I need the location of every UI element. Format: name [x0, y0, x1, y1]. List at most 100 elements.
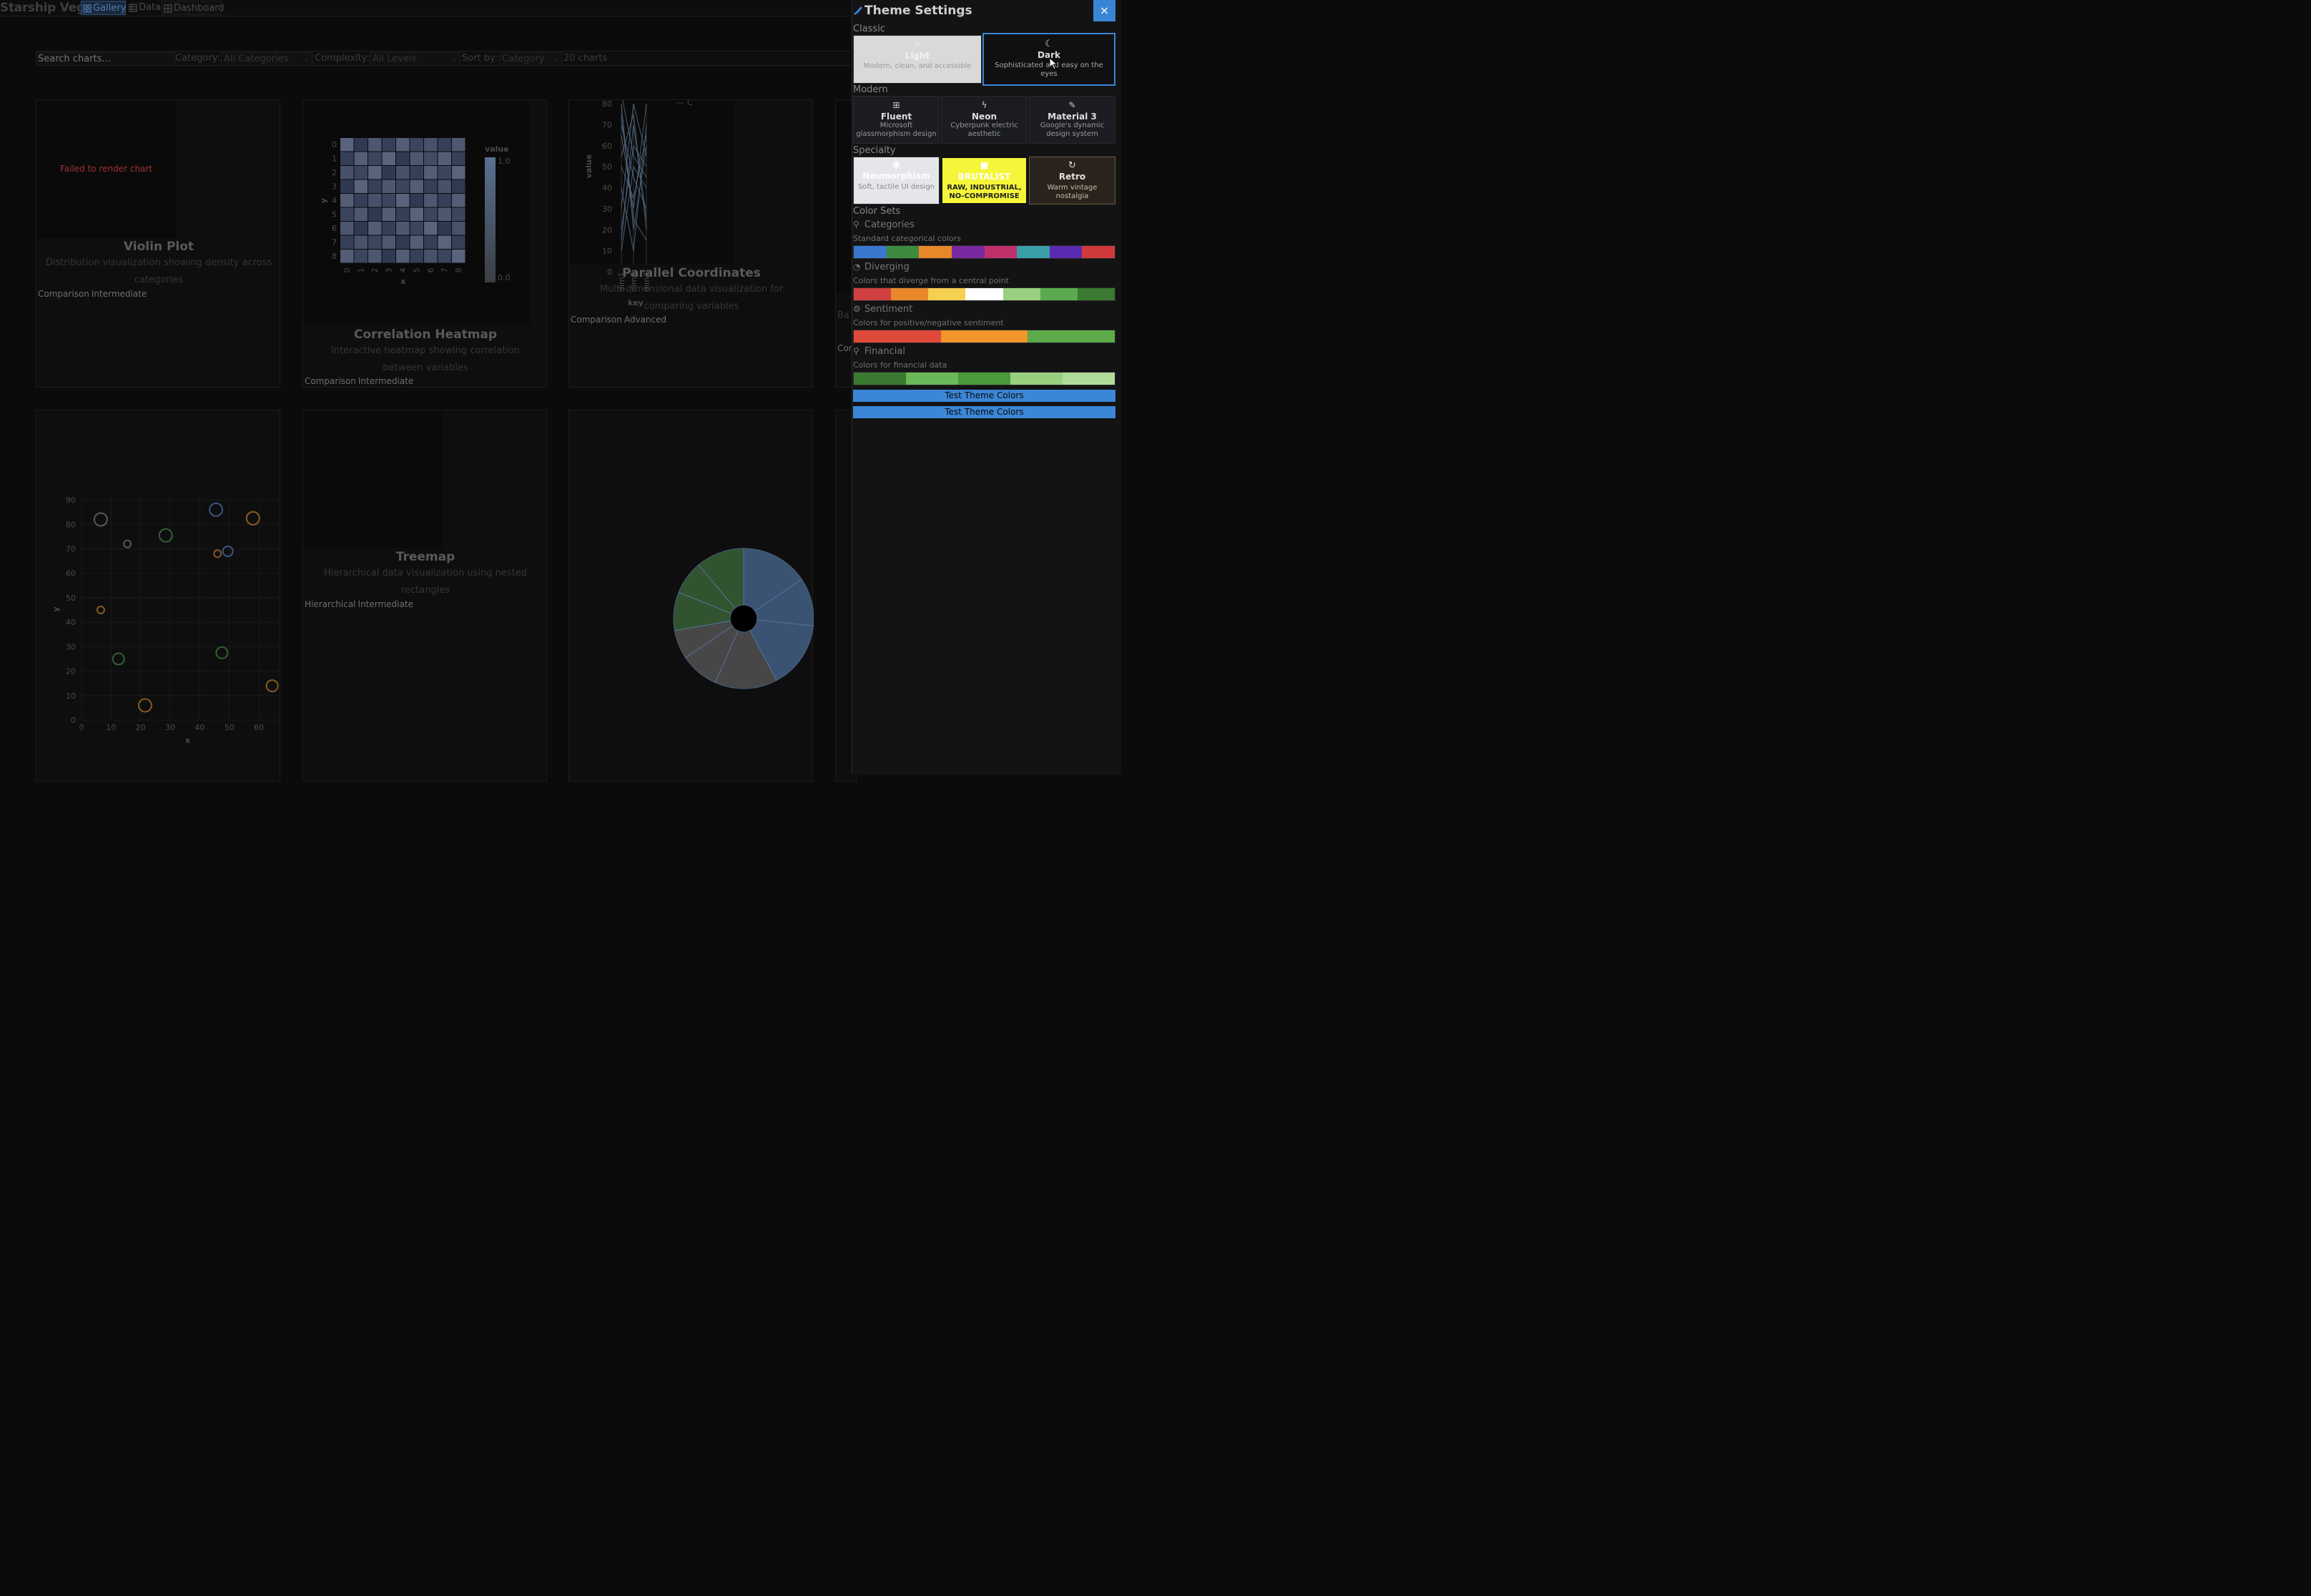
colorset-diverging[interactable]: ◔ Diverging	[853, 262, 910, 272]
theme-description: Modern, clean, and accessible	[863, 62, 972, 70]
y-tick-label: 2	[332, 168, 337, 177]
nav-tab-label: Gallery	[93, 3, 127, 14]
color-swatch[interactable]	[958, 373, 1010, 385]
theme-option-light[interactable]: ☼ Light Modern, clean, and accessible	[853, 35, 982, 84]
theme-option-fluent[interactable]: ⊞ Fluent Microsoft glassmorphism design	[853, 96, 940, 144]
color-swatch[interactable]	[951, 246, 985, 258]
nav-tab-dashboard[interactable]: Dashboard	[162, 1, 225, 15]
color-swatch[interactable]	[965, 288, 1003, 300]
heatmap-cell	[410, 138, 423, 152]
chart-card-scatter[interactable]: 0 10 20 30 40 50 60 70 80 90 0 10 20 30 40 50 60 x y	[36, 410, 280, 782]
category-select[interactable]: All Categories ⌄	[221, 52, 312, 66]
chart-card-violin[interactable]: Failed to render chart Violin Plot Distr…	[36, 99, 280, 388]
heatmap-cell	[410, 207, 423, 221]
x-tick-label: 30	[165, 723, 175, 732]
colorset-sentiment[interactable]: ⚙ Sentiment	[853, 304, 912, 315]
y-tick-label: 40	[602, 184, 612, 193]
theme-option-neon[interactable]: ϟ Neon Cyberpunk electric aesthetic	[941, 96, 1028, 144]
chart-error-text: Failed to render chart	[59, 164, 153, 174]
theme-option-material[interactable]: ✎ Material 3 Google's dynamic design sys…	[1029, 96, 1115, 144]
y-tick-label: 4	[332, 196, 337, 205]
grid-icon: ⊞	[892, 100, 900, 110]
chart-card-heatmap[interactable]: 0 1 2 3 4 5 6 7 8 0 1 2 3 4 5 6 7 8 x y value 1.0 0.0 Correlat…	[302, 99, 547, 388]
color-swatch[interactable]	[886, 246, 920, 258]
chart-card-treemap[interactable]: Treemap Hierarchical data visualization …	[302, 410, 547, 782]
color-swatch[interactable]	[1077, 288, 1115, 300]
nav-tab-data[interactable]: Data	[127, 1, 162, 15]
heatmap-cell	[340, 222, 354, 235]
tag-complexity: Advanced	[624, 315, 667, 325]
tag-icon: ⚲	[853, 220, 859, 230]
heatmap-cell	[396, 138, 410, 152]
color-swatch[interactable]	[1082, 246, 1115, 258]
tag-complexity: Intermediate	[358, 599, 413, 609]
color-swatch[interactable]	[1017, 246, 1050, 258]
colorset-swatches-categories[interactable]	[853, 245, 1115, 259]
x-axis-label: x	[185, 736, 190, 745]
grid-icon	[83, 4, 92, 13]
test-theme-colors-button[interactable]: Test Theme Colors	[853, 390, 1115, 402]
heatmap-cell	[438, 235, 451, 249]
colorset-swatches-sentiment[interactable]	[853, 330, 1115, 343]
tag-complexity: Intermediate	[358, 376, 414, 386]
colorset-name: Sentiment	[864, 304, 913, 315]
heatmap-cell	[382, 235, 395, 249]
color-swatch[interactable]	[1040, 288, 1078, 300]
heatmap-cell	[354, 250, 368, 263]
color-swatch[interactable]	[906, 373, 958, 385]
heatmap-cell	[340, 207, 354, 221]
heatmap-cell	[354, 222, 368, 235]
heatmap-cell	[424, 222, 438, 235]
color-swatch[interactable]	[854, 330, 941, 343]
scatter-chart: 0 10 20 30 40 50 60 70 80 90 0 10 20 30 40 50 60 x y	[51, 496, 280, 745]
heatmap-cell	[368, 138, 382, 152]
tag-category: Comparison	[571, 315, 622, 325]
x-axis-label: x	[400, 277, 405, 286]
sort-select[interactable]: Category ⌄	[499, 52, 562, 66]
chart-card-donut[interactable]	[568, 410, 814, 782]
color-swatch[interactable]	[1028, 330, 1115, 343]
heatmap-cell	[340, 194, 354, 207]
color-swatch[interactable]	[984, 246, 1017, 258]
heatmap-cell	[452, 250, 465, 263]
test-theme-colors-button[interactable]: Test Theme Colors	[853, 406, 1115, 418]
color-swatch[interactable]	[1010, 373, 1063, 385]
color-swatch[interactable]	[854, 246, 887, 258]
color-swatch[interactable]	[940, 330, 1028, 343]
colorset-swatches-diverging[interactable]	[853, 287, 1115, 301]
color-swatch[interactable]	[1049, 246, 1083, 258]
theme-description: Soft, tactile UI design	[857, 183, 935, 191]
chart-area: Failed to render chart	[36, 100, 176, 238]
complexity-select[interactable]: All Levels ⌄	[370, 52, 460, 66]
nav-tab-gallery[interactable]: Gallery	[81, 1, 126, 15]
color-swatch[interactable]	[854, 373, 906, 385]
theme-option-neumorphism[interactable]: ◉ Neumorphism Soft, tactile UI design	[853, 157, 940, 205]
search-input[interactable]	[36, 52, 175, 66]
heatmap-cell	[424, 250, 438, 263]
y-tick-label: 50	[66, 593, 76, 603]
color-swatch[interactable]	[919, 246, 952, 258]
color-swatch[interactable]	[891, 288, 929, 300]
nav-tab-label: Data	[139, 2, 162, 13]
chart-card-parallel-coordinates[interactable]: 0 10 20 30 40 50 60 70 80 value dim1 dim2 dim3 key C P…	[568, 99, 813, 388]
color-swatch[interactable]	[928, 288, 966, 300]
heatmap-cell	[382, 207, 395, 221]
theme-name: Fluent	[880, 112, 912, 122]
x-tick-label: 3	[385, 268, 394, 273]
brush-icon	[854, 6, 862, 15]
theme-option-brutalist[interactable]: ■ BRUTALIST RAW, INDUSTRIAL, NO-COMPROMI…	[941, 157, 1028, 205]
colorset-categories[interactable]: ⚲ Categories	[853, 220, 915, 230]
colorset-name: Diverging	[864, 262, 910, 272]
colorset-swatches-financial[interactable]	[853, 372, 1115, 385]
close-button[interactable]: ×	[1093, 0, 1115, 21]
theme-option-retro[interactable]: ↻ Retro Warm vintage nostalgia	[1029, 157, 1115, 205]
mouse-cursor-icon	[1049, 57, 1058, 70]
heatmap-cell	[438, 222, 451, 235]
color-swatch[interactable]	[1063, 373, 1115, 385]
color-swatch[interactable]	[1002, 288, 1040, 300]
color-swatch[interactable]	[854, 288, 892, 300]
heatmap-cell	[452, 138, 465, 152]
colorset-financial[interactable]: ⚲ Financial	[853, 346, 905, 357]
heatmap-cell	[438, 207, 451, 221]
theme-name: Light	[905, 51, 930, 61]
